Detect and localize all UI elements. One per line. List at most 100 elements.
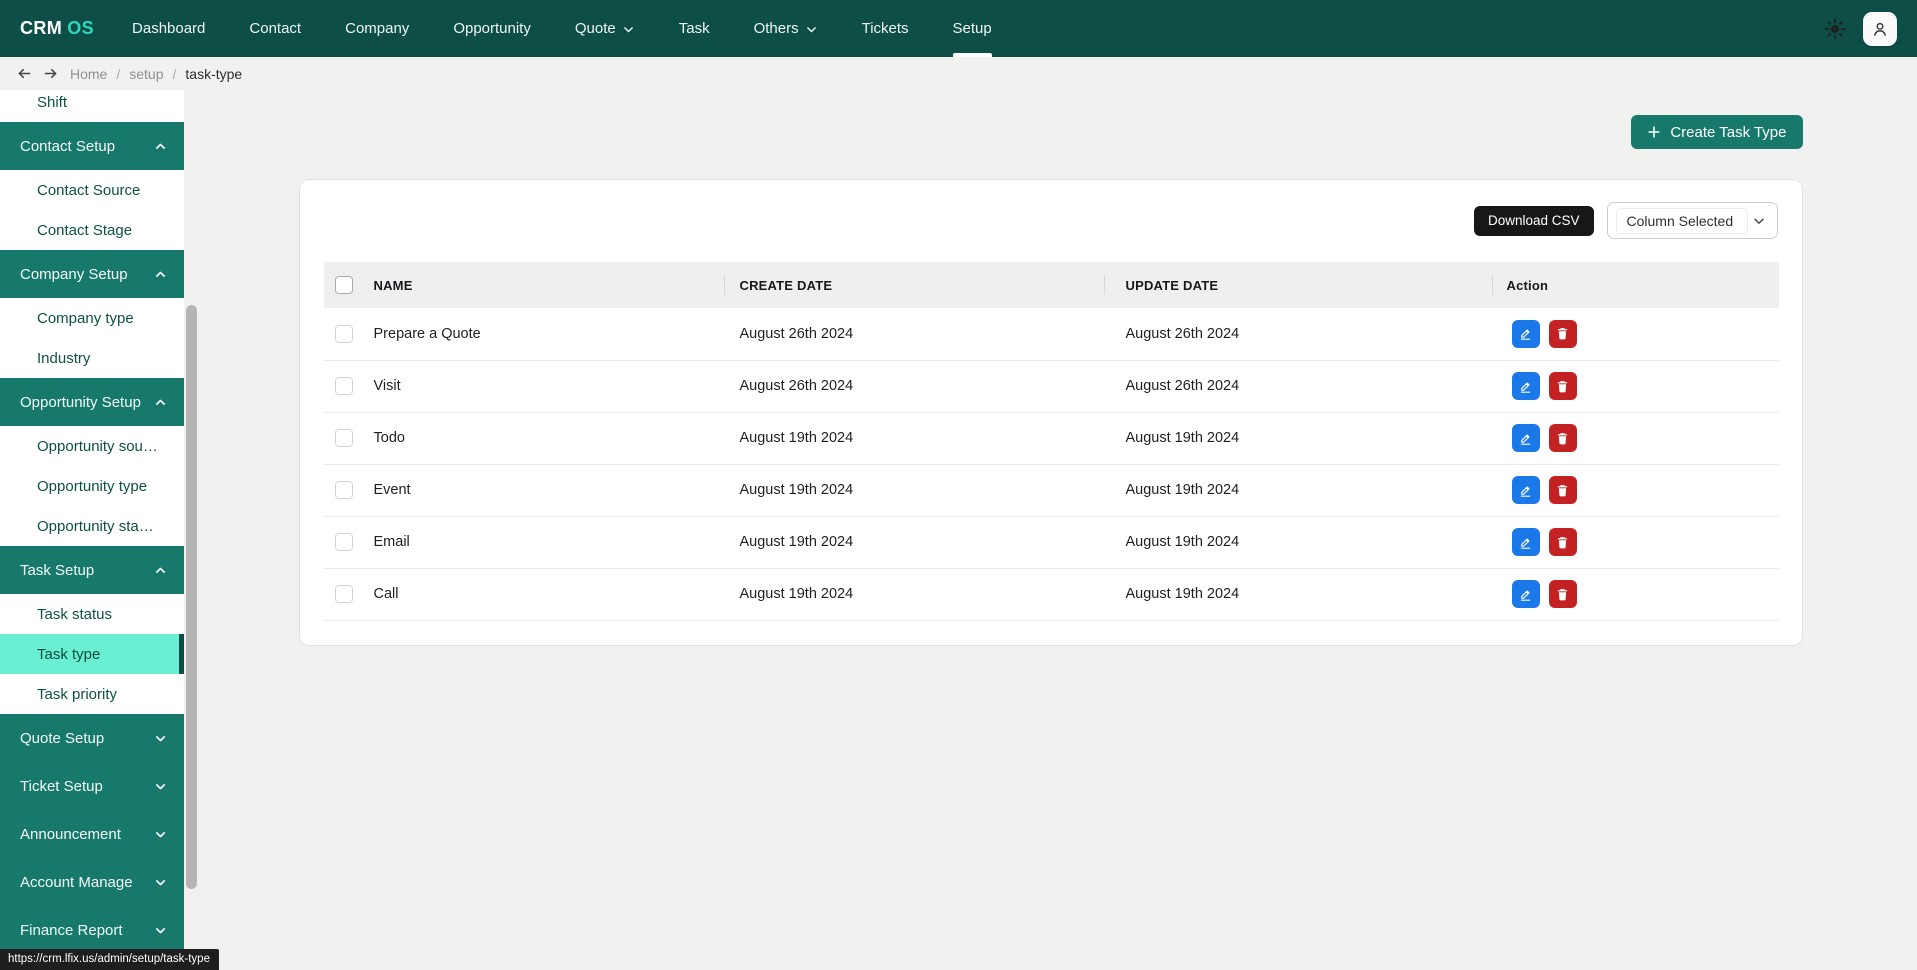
arrow-right-icon[interactable] (42, 65, 59, 82)
arrow-left-icon[interactable] (16, 65, 33, 82)
create-date: August 26th 2024 (723, 360, 1104, 413)
sidebar-item-opportunity-type[interactable]: Opportunity type (0, 466, 184, 506)
sidebar-item-industry[interactable]: Industry (0, 338, 184, 378)
breadcrumb-setup[interactable]: setup (129, 66, 163, 82)
nav-item-dashboard[interactable]: Dashboard (132, 0, 205, 57)
nav-item-contact[interactable]: Contact (249, 0, 301, 57)
row-checkbox[interactable] (334, 429, 353, 447)
edit-button[interactable] (1511, 580, 1540, 608)
trash-icon (1557, 432, 1568, 444)
edit-button[interactable] (1511, 528, 1540, 556)
download-csv-button[interactable]: Download CSV (1473, 205, 1594, 236)
nav-item-company[interactable]: Company (345, 0, 409, 57)
content-area: Shift Contact Setup Contact Source Conta… (0, 90, 1917, 970)
task-type-card: Download CSV Column Selected NAME CREATE… (298, 179, 1803, 646)
delete-button[interactable] (1548, 528, 1577, 556)
pencil-icon (1520, 433, 1531, 445)
sidebar-item-contact-source[interactable]: Contact Source (0, 170, 184, 210)
row-checkbox[interactable] (334, 377, 353, 395)
row-checkbox[interactable] (334, 585, 353, 603)
edit-button[interactable] (1511, 372, 1540, 400)
delete-button[interactable] (1548, 424, 1577, 452)
table-header-row: NAME CREATE DATE UPDATE DATE Action (323, 262, 1779, 308)
edit-button[interactable] (1511, 424, 1540, 452)
column-header-action: Action (1491, 262, 1779, 308)
column-header-name: NAME (369, 262, 724, 308)
update-date: August 19th 2024 (1103, 464, 1492, 517)
select-all-checkbox[interactable] (334, 276, 353, 294)
sidebar-group-finance-report[interactable]: Finance Report (0, 906, 184, 954)
task-type-name: Email (369, 516, 724, 569)
chevron-down-icon (156, 783, 165, 789)
status-url-tooltip: https://crm.lfix.us/admin/setup/task-typ… (0, 949, 219, 970)
sidebar-item-opportunity-source[interactable]: Opportunity sou… (0, 426, 184, 466)
nav-item-opportunity[interactable]: Opportunity (453, 0, 531, 57)
sidebar-group-task-setup[interactable]: Task Setup (0, 546, 184, 594)
sidebar-item-opportunity-stage[interactable]: Opportunity sta… (0, 506, 184, 546)
user-icon (1874, 22, 1886, 36)
sidebar-group-announcement[interactable]: Announcement (0, 810, 184, 858)
pencil-icon (1520, 381, 1531, 393)
sidebar-group-quote-setup[interactable]: Quote Setup (0, 714, 184, 762)
row-checkbox[interactable] (334, 324, 353, 343)
chevron-up-icon (156, 399, 165, 405)
sidebar-item-shift[interactable]: Shift (0, 90, 184, 122)
column-selected-dropdown[interactable]: Column Selected (1606, 202, 1778, 239)
pencil-icon (1520, 537, 1531, 549)
chevron-up-icon (156, 143, 165, 149)
table-row: Email August 19th 2024 August 19th 2024 (323, 516, 1779, 569)
main-panel: Create Task Type Download CSV Column Sel… (184, 90, 1917, 970)
column-header-create-date: CREATE DATE (723, 262, 1104, 308)
delete-button[interactable] (1548, 319, 1577, 348)
nav-item-task[interactable]: Task (679, 0, 710, 57)
delete-button[interactable] (1548, 372, 1577, 400)
delete-button[interactable] (1548, 580, 1577, 608)
sidebar-item-task-status[interactable]: Task status (0, 594, 184, 634)
sidebar-group-contact-setup[interactable]: Contact Setup (0, 122, 184, 170)
collapsed-groups: Quote Setup Ticket Setup Announcement Ac… (0, 714, 184, 970)
sidebar-item-task-type[interactable]: Task type (0, 634, 184, 674)
nav-item-tickets[interactable]: Tickets (862, 0, 909, 57)
create-date: August 19th 2024 (723, 412, 1104, 465)
sidebar-group-ticket-setup[interactable]: Ticket Setup (0, 762, 184, 810)
breadcrumb-home[interactable]: Home (70, 66, 107, 82)
sidebar-item-task-priority[interactable]: Task priority (0, 674, 184, 714)
table-toolbar: Download CSV Column Selected (324, 202, 1778, 239)
trash-icon (1557, 380, 1568, 392)
sidebar-item-contact-stage[interactable]: Contact Stage (0, 210, 184, 250)
edit-button[interactable] (1511, 319, 1540, 348)
nav-item-others[interactable]: Others (754, 0, 818, 57)
sun-icon (1824, 18, 1846, 39)
profile-button[interactable] (1863, 11, 1897, 46)
sidebar-scrollbar[interactable] (186, 305, 197, 889)
table-row: Prepare a Quote August 26th 2024 August … (323, 308, 1779, 361)
app-logo[interactable]: CRM OS (20, 0, 94, 57)
task-type-name: Event (369, 464, 724, 517)
edit-button[interactable] (1511, 476, 1540, 504)
column-header-update-date: UPDATE DATE (1103, 262, 1492, 308)
task-type-table: NAME CREATE DATE UPDATE DATE Action Prep… (323, 262, 1779, 621)
table-row: Todo August 19th 2024 August 19th 2024 (323, 412, 1779, 465)
sidebar-group-account-manage[interactable]: Account Manage (0, 858, 184, 906)
update-date: August 26th 2024 (1103, 360, 1492, 413)
create-date: August 26th 2024 (723, 308, 1104, 361)
sidebar-group-company-setup[interactable]: Company Setup (0, 250, 184, 298)
table-row: Call August 19th 2024 August 19th 2024 (323, 568, 1779, 621)
column-selected-label: Column Selected (1615, 207, 1749, 234)
delete-button[interactable] (1548, 476, 1577, 504)
plus-icon (1648, 126, 1660, 138)
table-row: Visit August 26th 2024 August 26th 2024 (323, 360, 1779, 413)
nav-item-setup[interactable]: Setup (952, 0, 992, 57)
nav-item-quote[interactable]: Quote (575, 0, 635, 57)
chevron-down-icon (623, 27, 633, 33)
update-date: August 26th 2024 (1103, 308, 1492, 361)
trash-icon (1557, 536, 1568, 548)
sidebar-item-company-type[interactable]: Company type (0, 298, 184, 338)
sidebar-group-opportunity-setup[interactable]: Opportunity Setup (0, 378, 184, 426)
breadcrumb: Home / setup / task-type (0, 57, 1917, 90)
create-task-type-button[interactable]: Create Task Type (1631, 115, 1803, 149)
row-checkbox[interactable] (334, 481, 353, 499)
theme-toggle-button[interactable] (1822, 16, 1848, 42)
row-checkbox[interactable] (334, 533, 353, 551)
create-date: August 19th 2024 (723, 568, 1104, 621)
